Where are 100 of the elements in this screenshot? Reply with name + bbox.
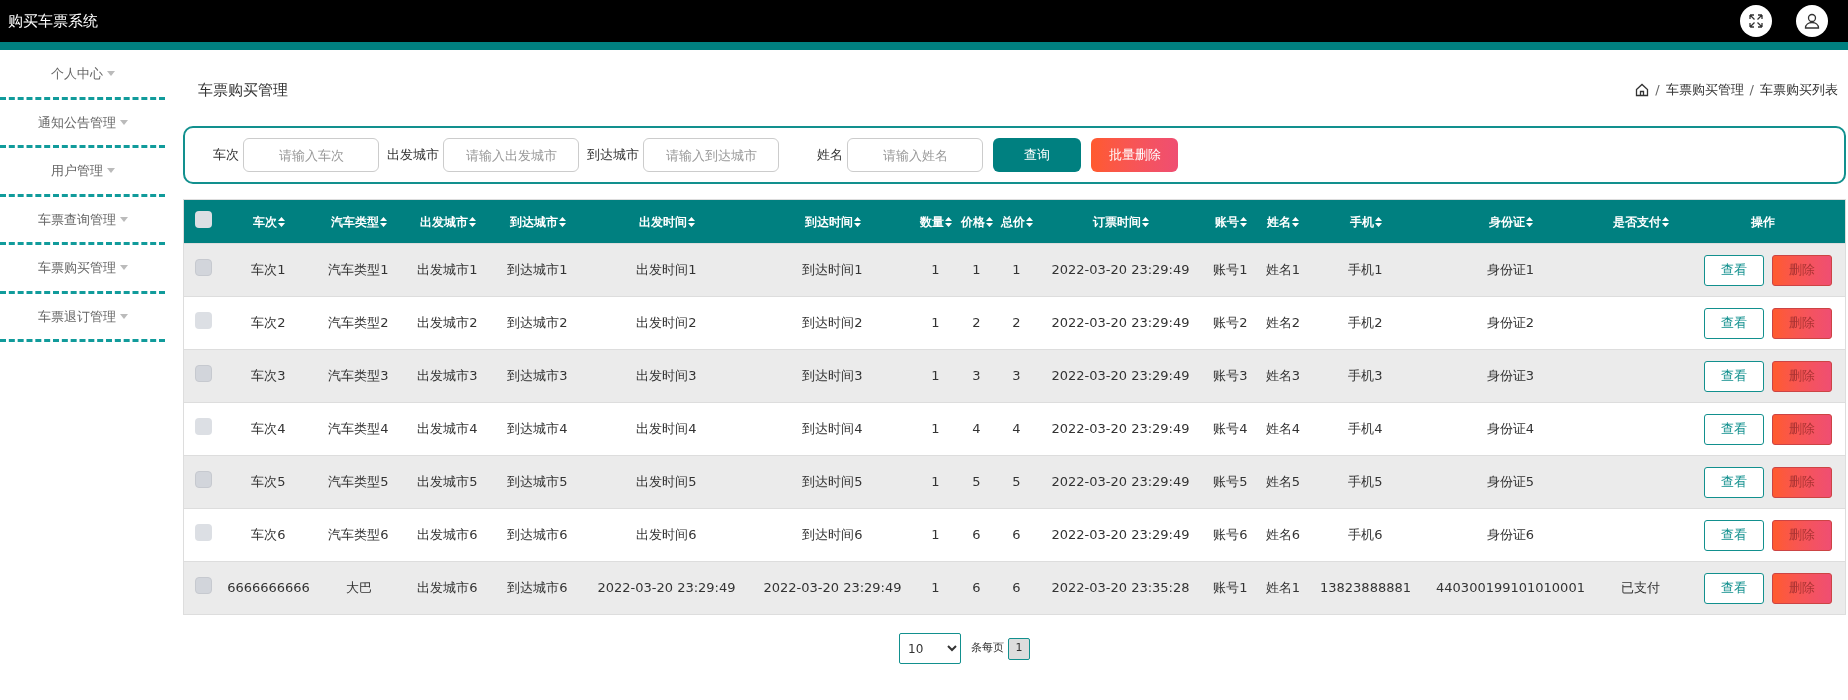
table-cell: 身份证3 (1486, 368, 1535, 384)
checkbox[interactable] (195, 364, 213, 382)
table-cell: 到达时间2 (802, 315, 863, 331)
view-button[interactable]: 查看 (1703, 572, 1764, 604)
table-cell: 2022-03-20 23:29:49 (1051, 474, 1190, 490)
table-cell: 手机4 (1348, 421, 1383, 437)
table-cell: 账号6 (1213, 527, 1248, 543)
checkbox[interactable] (195, 311, 213, 329)
view-button[interactable]: 查看 (1703, 413, 1764, 445)
sidebar-item[interactable]: 车票退订管理 (0, 293, 165, 342)
caret-icon (119, 216, 128, 222)
sidebar-item[interactable]: 车票购买管理 (0, 245, 165, 294)
column-header[interactable]: 汽车类型 (330, 212, 387, 231)
sort-icon (558, 216, 566, 227)
search-field[interactable]: 请输入姓名 (847, 138, 983, 172)
table-cell: 身份证2 (1486, 315, 1535, 331)
column-header[interactable]: 价格 (960, 212, 993, 231)
column-header[interactable]: 总价 (1000, 212, 1033, 231)
view-button[interactable]: 查看 (1703, 466, 1764, 498)
table-cell: 到达城市3 (507, 368, 568, 384)
sidebar-item[interactable]: 车票查询管理 (0, 196, 165, 245)
column-header[interactable]: 出发城市 (419, 212, 476, 231)
checkbox[interactable] (195, 210, 213, 228)
checkbox[interactable] (195, 523, 213, 541)
table-cell: 6 (1012, 580, 1021, 596)
checkbox[interactable] (195, 470, 213, 488)
table-cell: 2022-03-20 23:29:49 (597, 580, 736, 596)
column-header[interactable]: 手机 (1349, 212, 1382, 231)
table-cell: 车次2 (251, 315, 286, 331)
checkbox[interactable] (195, 417, 213, 435)
column-header[interactable]: 出发时间 (638, 212, 695, 231)
table-cell: 到达城市1 (507, 262, 568, 278)
table-cell: 1 (931, 474, 940, 490)
home-icon[interactable] (1635, 83, 1650, 97)
table-cell: 2 (972, 315, 981, 331)
search-field[interactable]: 请输入到达城市 (643, 138, 779, 172)
sort-icon (1374, 216, 1382, 227)
table-cell: 身份证4 (1486, 421, 1535, 437)
sort-icon (687, 216, 695, 227)
table-cell: 出发时间3 (636, 368, 697, 384)
table-cell: 汽车类型5 (328, 474, 389, 490)
table-cell: 1 (972, 262, 981, 278)
caret-icon (119, 265, 128, 271)
table-cell: 5 (1012, 474, 1021, 490)
table-cell: 1 (1012, 262, 1021, 278)
column-header[interactable]: 数量 (919, 212, 952, 231)
sort-icon (1239, 216, 1247, 227)
query-button[interactable]: 查询 (993, 138, 1081, 172)
page-size-select[interactable]: 10 (899, 633, 961, 664)
search-field[interactable]: 请输入车次 (243, 138, 379, 172)
table-cell: 出发城市4 (417, 421, 478, 437)
table-cell: 身份证5 (1486, 474, 1535, 490)
table-cell: 身份证1 (1486, 262, 1535, 278)
column-header[interactable]: 到达时间 (804, 212, 861, 231)
table-cell: 2022-03-20 23:35:28 (1051, 580, 1190, 596)
table-cell: 汽车类型6 (328, 527, 389, 543)
view-button[interactable]: 查看 (1703, 360, 1764, 392)
sidebar-item[interactable]: 通知公告管理 (0, 99, 165, 148)
table-cell: 2022-03-20 23:29:49 (1051, 368, 1190, 384)
table-cell: 到达城市6 (507, 527, 568, 543)
table-cell: 2022-03-20 23:29:49 (763, 580, 902, 596)
checkbox[interactable] (195, 258, 213, 276)
page-button[interactable]: 1 (1008, 637, 1030, 660)
column-header[interactable]: 姓名 (1267, 212, 1299, 231)
table-cell: 出发城市6 (417, 527, 478, 543)
fullscreen-button[interactable] (1740, 5, 1772, 37)
page-size-label: 条每页 (971, 640, 1004, 657)
table-cell: 1 (931, 527, 940, 543)
table-cell: 姓名1 (1265, 580, 1301, 596)
user-icon (1804, 13, 1820, 29)
sort-icon (1141, 216, 1149, 227)
column-header[interactable]: 身份证 (1488, 212, 1533, 231)
view-button[interactable]: 查看 (1703, 307, 1764, 339)
sort-icon (853, 216, 861, 227)
table-cell: 账号3 (1213, 368, 1248, 384)
checkbox[interactable] (195, 576, 213, 594)
table-cell: 汽车类型4 (328, 421, 389, 437)
column-header[interactable]: 车次 (252, 212, 285, 231)
column-header[interactable]: 是否支付 (1612, 212, 1669, 231)
table-cell: 姓名1 (1265, 262, 1301, 278)
sidebar-item[interactable]: 个人中心 (0, 51, 165, 100)
breadcrumb-link[interactable]: 车票购买管理 (1665, 80, 1744, 100)
search-field[interactable]: 请输入出发城市 (443, 138, 579, 172)
table-cell: 姓名6 (1265, 527, 1301, 543)
view-button[interactable]: 查看 (1703, 254, 1764, 286)
column-header[interactable]: 订票时间 (1092, 212, 1149, 231)
table-cell: 4 (972, 421, 981, 437)
column-header[interactable]: 到达城市 (509, 212, 566, 231)
table-cell: 车次1 (251, 262, 286, 278)
sidebar-item[interactable]: 用户管理 (0, 148, 165, 197)
batch-delete-button[interactable]: 批量删除 (1091, 138, 1178, 172)
breadcrumb-link[interactable]: 车票购买列表 (1760, 80, 1838, 100)
column-header[interactable]: 账号 (1214, 212, 1247, 231)
user-button[interactable] (1796, 5, 1828, 37)
table-cell: 手机2 (1348, 315, 1383, 331)
view-button[interactable]: 查看 (1703, 519, 1764, 551)
table-cell: 手机1 (1348, 262, 1383, 278)
table-cell: 手机5 (1348, 474, 1383, 490)
table-cell: 1 (931, 421, 940, 437)
caret-icon (106, 168, 115, 174)
